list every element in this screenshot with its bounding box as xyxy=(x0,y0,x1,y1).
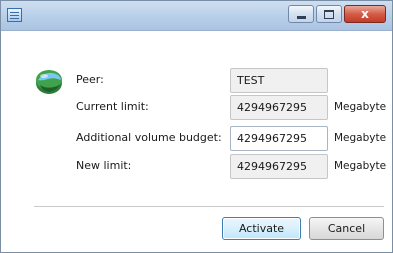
close-icon: x xyxy=(361,7,369,21)
title-bar[interactable]: x xyxy=(1,1,392,31)
caption-buttons: x xyxy=(286,5,386,23)
activation-dialog: x Peer: TEST Current limit: 4294967295 M… xyxy=(0,0,393,253)
additional-budget-label: Additional volume budget: xyxy=(76,131,222,144)
new-limit-field: 4294967295 xyxy=(230,154,328,179)
activate-button[interactable]: Activate xyxy=(222,217,301,240)
peer-label: Peer: xyxy=(76,73,104,86)
new-limit-unit: Megabyte xyxy=(334,160,387,172)
close-button[interactable]: x xyxy=(344,5,386,23)
current-limit-unit: Megabyte xyxy=(334,101,387,113)
separator xyxy=(34,206,384,208)
app-window-icon xyxy=(7,8,22,22)
minimize-button[interactable] xyxy=(288,5,314,23)
cancel-button[interactable]: Cancel xyxy=(309,217,384,240)
minimize-icon xyxy=(296,15,306,19)
maximize-button[interactable] xyxy=(316,5,342,23)
new-limit-label: New limit: xyxy=(76,159,132,172)
current-limit-label: Current limit: xyxy=(76,100,149,113)
maximize-icon xyxy=(324,9,334,19)
additional-budget-input[interactable] xyxy=(230,126,328,151)
current-limit-field: 4294967295 xyxy=(230,95,328,120)
peer-field: TEST xyxy=(230,68,328,93)
additional-budget-unit: Megabyte xyxy=(334,132,387,144)
peer-globe-icon xyxy=(36,70,62,94)
